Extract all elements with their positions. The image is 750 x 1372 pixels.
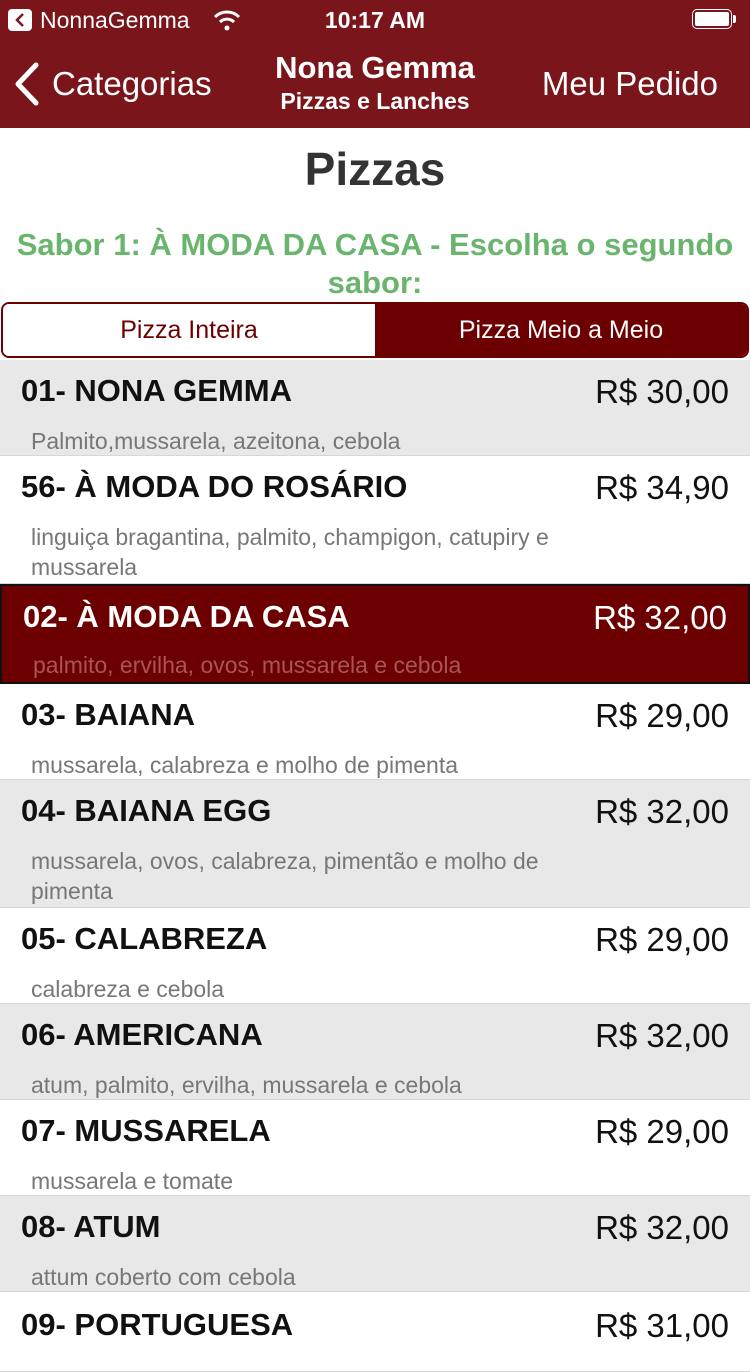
list-item-selected[interactable]: 02- À MODA DA CASA R$ 32,00 palmito, erv… [0, 584, 750, 684]
item-name: 04- BAIANA EGG [21, 793, 272, 828]
segment-pizza-inteira[interactable]: Pizza Inteira [3, 304, 375, 356]
item-name: 09- PORTUGUESA [21, 1307, 294, 1342]
list-item[interactable]: 09- PORTUGUESA R$ 31,00 [0, 1292, 750, 1372]
list-item[interactable]: 07- MUSSARELA R$ 29,00 mussarela e tomat… [0, 1100, 750, 1196]
item-price: R$ 32,00 [595, 793, 729, 830]
page-title: Pizzas [304, 143, 446, 195]
flavor-instruction: Sabor 1: À MODA DA CASA - Escolha o segu… [16, 227, 734, 300]
item-price: R$ 32,00 [593, 599, 727, 636]
list-item[interactable]: 03- BAIANA R$ 29,00 mussarela, calabreza… [0, 684, 750, 780]
item-name: 08- ATUM [21, 1209, 161, 1244]
item-price: R$ 30,00 [595, 373, 729, 410]
item-name: 07- MUSSARELA [21, 1113, 271, 1148]
battery-icon [692, 9, 738, 31]
list-item[interactable]: 08- ATUM R$ 32,00 attum coberto com cebo… [0, 1196, 750, 1292]
item-description: mussarela, calabreza e molho de pimenta [31, 752, 459, 778]
list-item[interactable]: 01- NONA GEMMA R$ 30,00 Palmito,mussarel… [0, 360, 750, 456]
item-price: R$ 29,00 [595, 1113, 729, 1150]
list-item[interactable]: 05- CALABREZA R$ 29,00 calabreza e cebol… [0, 908, 750, 1004]
my-order-button[interactable]: Meu Pedido [542, 64, 718, 104]
status-time: 10:17 AM [324, 7, 426, 33]
list-item[interactable]: 04- BAIANA EGG R$ 32,00 mussarela, ovos,… [0, 780, 750, 908]
item-description: mussarela e tomate [31, 1168, 233, 1194]
item-description: calabreza e cebola [31, 976, 225, 1002]
item-name: 02- À MODA DA CASA [23, 599, 350, 634]
segment-pizza-meio-a-meio[interactable]: Pizza Meio a Meio [375, 304, 747, 356]
pizza-type-segmented-control: Pizza Inteira Pizza Meio a Meio [1, 302, 749, 358]
item-price: R$ 29,00 [595, 921, 729, 958]
item-name: 05- CALABREZA [21, 921, 268, 956]
item-description: palmito, ervilha, ovos, mussarela e cebo… [33, 652, 462, 678]
item-price: R$ 32,00 [595, 1017, 729, 1054]
item-name: 06- AMERICANA [21, 1017, 263, 1052]
item-price: R$ 34,90 [595, 469, 729, 506]
status-bar: NonnaGemma 10:17 AM [0, 0, 750, 40]
item-name: 56- À MODA DO ROSÁRIO [21, 469, 408, 504]
item-name: 01- NONA GEMMA [21, 373, 292, 408]
item-description: attum coberto com cebola [31, 1264, 296, 1290]
item-description: linguiça bragantina, palmito, champigon,… [31, 524, 549, 580]
item-name: 03- BAIANA [21, 697, 195, 732]
item-description: atum, palmito, ervilha, mussarela e cebo… [31, 1072, 462, 1098]
navigation-bar: Categorias Nona Gemma Pizzas e Lanches M… [0, 40, 750, 128]
item-price: R$ 29,00 [595, 697, 729, 734]
pizza-list: 01- NONA GEMMA R$ 30,00 Palmito,mussarel… [0, 360, 750, 1372]
list-item[interactable]: 56- À MODA DO ROSÁRIO R$ 34,90 linguiça … [0, 456, 750, 584]
list-item[interactable]: 06- AMERICANA R$ 32,00 atum, palmito, er… [0, 1004, 750, 1100]
item-description: Palmito,mussarela, azeitona, cebola [31, 428, 401, 454]
item-price: R$ 31,00 [595, 1307, 729, 1344]
item-description: mussarela, ovos, calabreza, pimentão e m… [31, 848, 539, 904]
item-price: R$ 32,00 [595, 1209, 729, 1246]
